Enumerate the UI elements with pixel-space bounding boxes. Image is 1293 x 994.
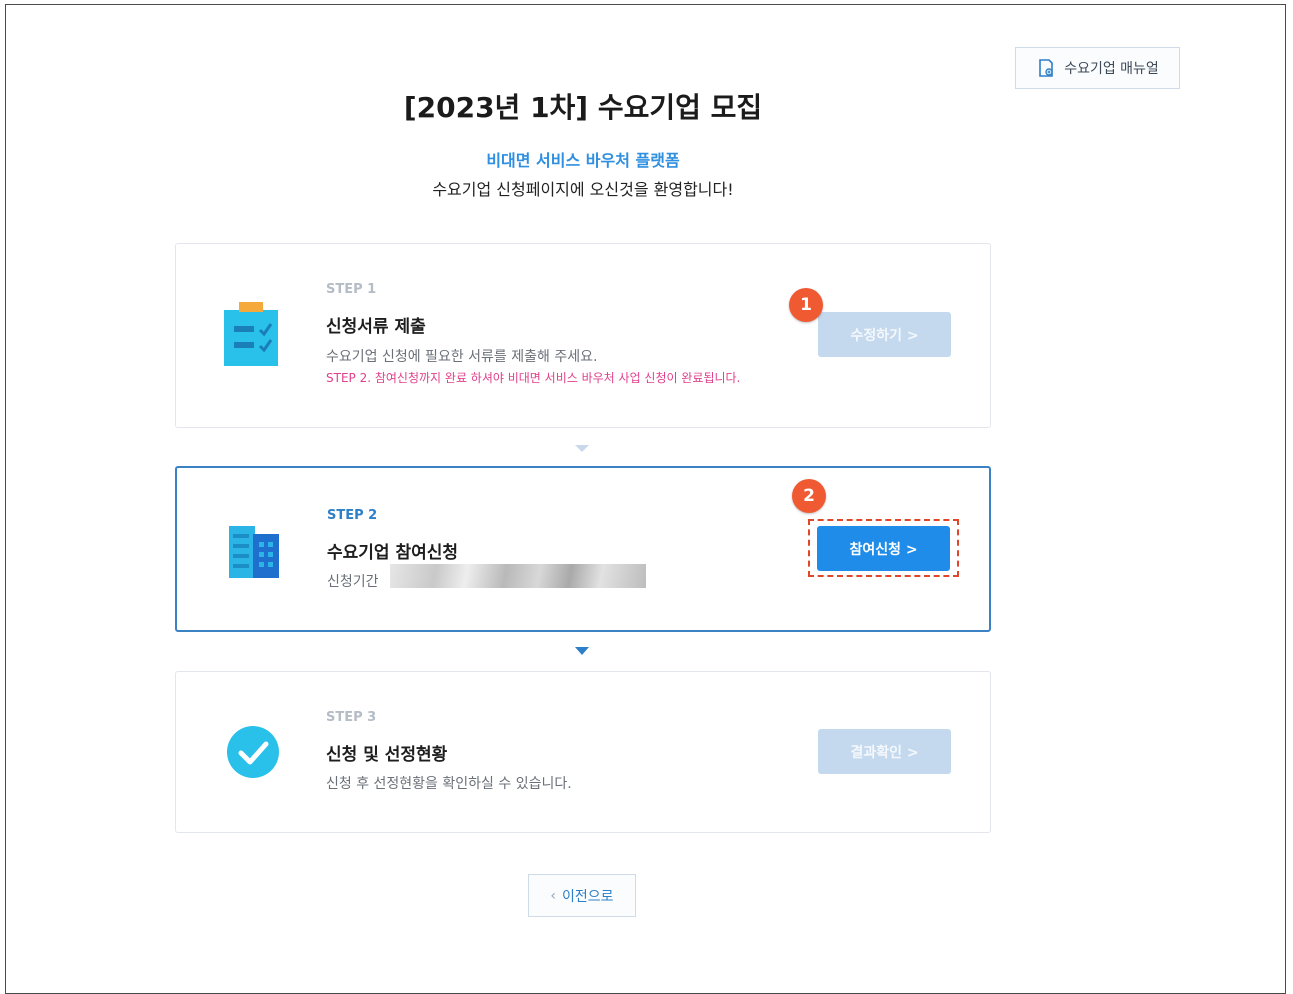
step-arrow-1 [575,445,589,452]
edit-button[interactable]: 수정하기 > [818,312,951,357]
check-circle-icon [227,726,279,778]
welcome-text: 수요기업 신청페이지에 오신것을 환영합니다! [432,180,734,199]
step-2-description: 신청기간 [327,574,379,590]
step-3-card: STEP 3 신청 및 선정현황 신청 후 선정현황을 확인하실 수 있습니다.… [175,671,991,833]
blurred-period [390,564,646,588]
manual-button-label: 수요기업 매뉴얼 [1064,61,1159,77]
step-1-badge: 1 [789,288,823,322]
step-1-label: STEP 1 [326,282,377,297]
chevron-left-icon: ‹ [550,887,557,904]
step-3-description: 신청 후 선정현황을 확인하실 수 있습니다. [326,776,572,792]
step-2-title: 수요기업 참여신청 [327,543,459,563]
page-title: [2023년 1차] 수요기업 모집 [403,91,763,124]
prev-button-label: 이전으로 [562,888,614,905]
step-1-title: 신청서류 제출 [326,317,426,337]
step-1-description: 수요기업 신청에 필요한 서류를 제출해 주세요. [326,349,598,365]
prev-button[interactable]: ‹ 이전으로 [528,874,636,917]
step-arrow-2 [575,647,589,655]
highlight-box [808,519,959,577]
step-3-label: STEP 3 [326,710,377,725]
step-1-note: STEP 2. 참여신청까지 완료 하셔야 비대면 서비스 바우처 사업 신청이… [326,371,741,385]
building-icon [229,526,279,578]
manual-button[interactable]: 수요기업 매뉴얼 [1015,47,1180,89]
step-2-badge: 2 [792,479,826,513]
step-2-label: STEP 2 [327,508,378,523]
clipboard-icon [224,302,278,366]
step-3-title: 신청 및 선정현황 [326,745,448,765]
document-icon [1039,59,1053,77]
result-button[interactable]: 결과확인 > [818,729,951,774]
platform-name: 비대면 서비스 바우처 플랫폼 [486,151,680,170]
step-1-card: STEP 1 신청서류 제출 수요기업 신청에 필요한 서류를 제출해 주세요.… [175,243,991,428]
